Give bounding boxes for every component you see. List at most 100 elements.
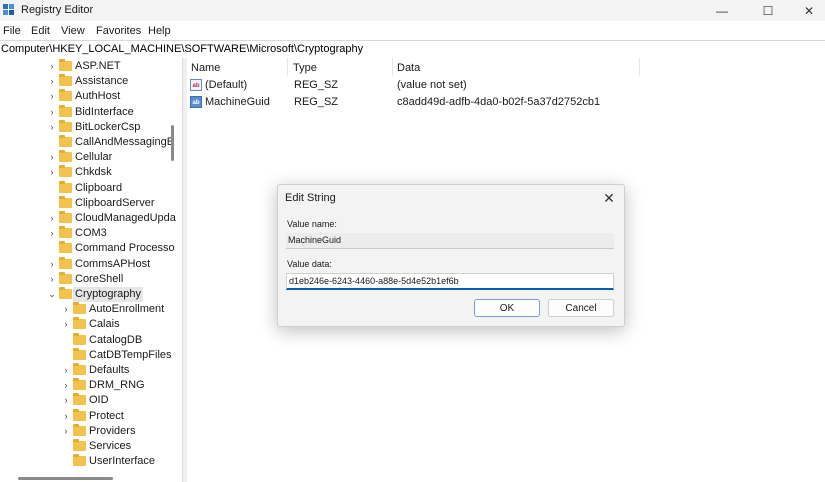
chevron-right-icon[interactable]: › xyxy=(62,317,70,332)
chevron-right-icon[interactable]: › xyxy=(48,59,56,74)
cancel-button[interactable]: Cancel xyxy=(548,299,614,317)
registry-key-tree[interactable]: › ASP.NET › Assistance › AuthHost › BidInterfac… xyxy=(0,58,182,482)
tree-item-cellular[interactable]: › Cellular xyxy=(0,150,182,165)
tree-item-label: Calais xyxy=(89,318,120,331)
tree-item-drm-rng[interactable]: › DRM_RNG xyxy=(0,378,182,393)
address-bar[interactable]: Computer\HKEY_LOCAL_MACHINE\SOFTWARE\Mic… xyxy=(0,40,825,59)
tree-item-assistance[interactable]: › Assistance xyxy=(0,74,182,89)
dialog-title: Edit String xyxy=(285,192,336,204)
chevron-right-icon[interactable]: › xyxy=(48,211,56,226)
chevron-right-icon[interactable]: › xyxy=(48,165,56,180)
tree-item-defaults[interactable]: › Defaults xyxy=(0,363,182,378)
chevron-right-icon[interactable]: › xyxy=(48,120,56,135)
tree-item-providers[interactable]: › Providers xyxy=(0,423,182,439)
tree-item-label: Cellular xyxy=(75,151,113,164)
menu-edit[interactable]: Edit xyxy=(31,25,50,37)
chevron-right-icon[interactable]: › xyxy=(48,105,56,120)
value-data-input[interactable]: d1eb246e-6243-4460-a88e-5d4e52b1ef6b xyxy=(286,273,614,290)
tree-item-clipboard[interactable]: Clipboard xyxy=(0,180,182,196)
tree-item-bitlockercsp[interactable]: › BitLockerCsp xyxy=(0,119,182,135)
folder-icon xyxy=(59,256,72,269)
chevron-down-icon[interactable]: ⌄ xyxy=(48,287,56,302)
chevron-right-icon[interactable]: › xyxy=(62,393,70,408)
chevron-right-icon[interactable]: › xyxy=(48,257,56,272)
menu-file[interactable]: File xyxy=(3,25,21,37)
tree-item-com3[interactable]: › COM3 xyxy=(0,226,182,241)
maximize-button[interactable]: ☐ xyxy=(745,0,791,21)
chevron-right-icon[interactable]: › xyxy=(62,409,70,424)
registry-editor-icon xyxy=(3,4,14,15)
tree-item-cryptography[interactable]: ⌄ Cryptography xyxy=(0,287,182,302)
column-separator[interactable] xyxy=(392,58,393,76)
tree-item-label: OID xyxy=(89,394,109,407)
folder-icon xyxy=(73,347,86,360)
chevron-right-icon[interactable]: › xyxy=(62,302,70,317)
close-button[interactable]: ✕ xyxy=(786,0,825,21)
title-bar: Registry Editor — ☐ ✕ xyxy=(0,0,825,21)
value-type: REG_SZ xyxy=(294,79,339,91)
value-data: (value not set) xyxy=(397,79,467,91)
tree-item-command-processo[interactable]: Command Processo xyxy=(0,241,182,256)
tree-item-catalogdb[interactable]: CatalogDB xyxy=(0,332,182,348)
tree-item-commsaphost[interactable]: › CommsAPHost xyxy=(0,256,182,272)
folder-icon xyxy=(59,89,72,102)
value-name: (Default) xyxy=(205,79,248,91)
chevron-right-icon[interactable]: › xyxy=(62,363,70,378)
minimize-button[interactable]: — xyxy=(699,0,745,21)
tree-item-label: Command Processo xyxy=(75,242,175,255)
close-icon: ✕ xyxy=(803,3,815,18)
menu-favorites[interactable]: Favorites xyxy=(96,25,141,37)
tree-item-services[interactable]: Services xyxy=(0,439,182,454)
value-row[interactable]: ab (Default) REG_SZ (value not set) xyxy=(187,77,825,94)
tree-item-label: Clipboard xyxy=(75,181,123,194)
tree-item-coreshell[interactable]: › CoreShell xyxy=(0,271,182,287)
tree-item-asp-net[interactable]: › ASP.NET xyxy=(0,59,182,74)
tree-item-catdbtempfiles[interactable]: CatDBTempFiles xyxy=(0,347,182,363)
folder-icon xyxy=(73,317,86,330)
dialog-close-button[interactable]: ✕ xyxy=(600,189,618,207)
tree-item-chkdsk[interactable]: › Chkdsk xyxy=(0,165,182,180)
tree-item-label: AutoEnrollment xyxy=(89,303,165,316)
folder-icon xyxy=(59,119,72,132)
value-type: REG_SZ xyxy=(294,96,339,108)
chevron-right-icon[interactable]: › xyxy=(48,226,56,241)
folder-icon xyxy=(59,195,72,208)
tree-item-callandmessaginge[interactable]: CallAndMessagingE xyxy=(0,135,182,150)
tree-horizontal-scrollbar[interactable] xyxy=(18,477,113,480)
column-header-data[interactable]: Data xyxy=(397,62,420,74)
chevron-right-icon[interactable]: › xyxy=(48,89,56,104)
close-icon: ✕ xyxy=(603,190,615,206)
tree-item-cloudmanagedupda[interactable]: › CloudManagedUpda xyxy=(0,211,182,226)
tree-item-userinterface[interactable]: UserInterface xyxy=(0,454,182,469)
tree-item-calais[interactable]: › Calais xyxy=(0,317,182,332)
tree-item-label: ASP.NET xyxy=(75,60,121,72)
chevron-right-icon[interactable]: › xyxy=(62,424,70,439)
column-separator[interactable] xyxy=(287,58,288,76)
tree-item-clipboardserver[interactable]: ClipboardServer xyxy=(0,195,182,211)
tree-vertical-scrollbar[interactable] xyxy=(171,125,174,161)
folder-icon xyxy=(59,104,72,117)
address-path[interactable]: Computer\HKEY_LOCAL_MACHINE\SOFTWARE\Mic… xyxy=(1,43,363,55)
ok-button[interactable]: OK xyxy=(474,299,540,317)
chevron-right-icon[interactable]: › xyxy=(62,378,70,393)
chevron-right-icon[interactable]: › xyxy=(48,150,56,165)
menu-view[interactable]: View xyxy=(61,25,85,37)
chevron-right-icon[interactable]: › xyxy=(48,74,56,89)
folder-icon xyxy=(73,332,86,345)
value-data-label: Value data: xyxy=(287,259,332,269)
tree-item-autoenrollment[interactable]: › AutoEnrollment xyxy=(0,302,182,317)
tree-item-label: CloudManagedUpda xyxy=(75,212,176,224)
tree-item-oid[interactable]: › OID xyxy=(0,393,182,408)
chevron-right-icon[interactable]: › xyxy=(48,272,56,287)
value-row[interactable]: ab MachineGuid REG_SZ c8add49d-adfb-4da0-b0… xyxy=(187,94,825,111)
tree-item-label: UserInterface xyxy=(89,455,156,468)
window-title: Registry Editor xyxy=(21,4,94,16)
menu-help[interactable]: Help xyxy=(148,25,171,37)
column-header-name[interactable]: Name xyxy=(191,62,220,74)
tree-item-bidinterface[interactable]: › BidInterface xyxy=(0,104,182,120)
tree-item-authhost[interactable]: › AuthHost xyxy=(0,89,182,104)
column-header-type[interactable]: Type xyxy=(293,62,317,74)
column-separator[interactable] xyxy=(639,58,640,76)
tree-item-protect[interactable]: › Protect xyxy=(0,408,182,424)
menu-bar: File Edit View Favorites Help xyxy=(0,21,825,41)
